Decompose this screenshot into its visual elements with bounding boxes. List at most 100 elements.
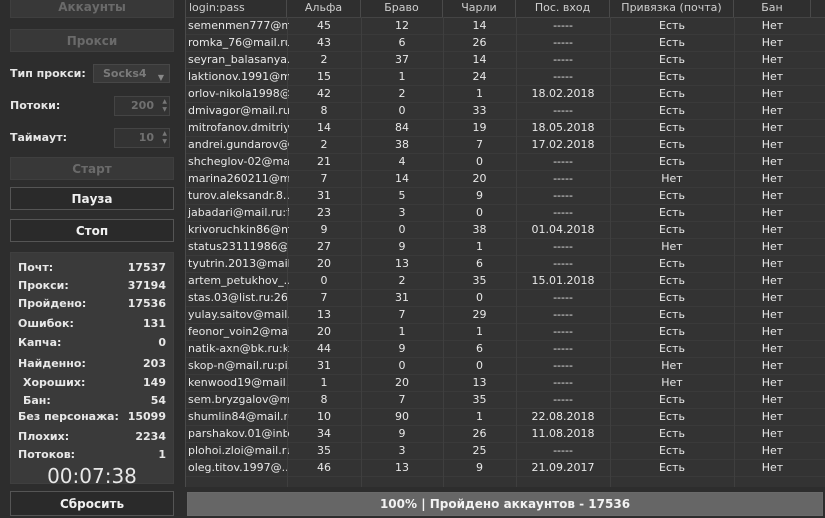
cell-charlie: 33 [472, 104, 487, 117]
timeout-label: Таймаут: [10, 131, 67, 144]
table-row[interactable]: oleg.titov.1997@... 46 13 9 21.09.2017 Есть Не… [186, 460, 825, 477]
cell-ban: Нет [761, 274, 784, 287]
proxy-type-select[interactable]: Socks4 ▼ [93, 64, 170, 83]
table-row[interactable]: feonor_voin2@mai... 20 1 1 ----- Есть Нет [186, 324, 825, 341]
cell-last-login: ----- [553, 104, 573, 117]
table-row[interactable]: parshakov.01@inb... 34 9 26 11.08.2018 Есть Не… [186, 426, 825, 443]
cell-last-login: ----- [553, 325, 573, 338]
cell-login: status23111986@... [188, 240, 289, 253]
column-header-ban[interactable]: Бан [734, 0, 811, 17]
spin-arrows-icon[interactable]: ▲ ▼ [162, 130, 167, 146]
cell-last-login: 22.08.2018 [531, 410, 595, 423]
cell-charlie: 29 [472, 308, 487, 321]
cell-last-login: ----- [553, 172, 573, 185]
table-row[interactable]: tyutrin.2013@mail... 20 13 6 ----- Есть Нет [186, 256, 825, 273]
cell-email-binding: Есть [659, 444, 685, 457]
cell-bravo: 13 [395, 461, 409, 474]
cell-alpha: 21 [317, 155, 331, 168]
start-button[interactable]: Старт [10, 157, 174, 180]
accounts-table[interactable]: login:pass Альфа Браво Чарли Пос. вход Привяз… [185, 0, 825, 487]
table-row[interactable]: romka_76@mail.ru... 43 6 26 ----- Есть Нет [186, 35, 825, 52]
table-row[interactable]: semenmen777@m... 45 12 14 ----- Есть Нет [186, 18, 825, 35]
cell-email-binding: Нет [661, 359, 683, 372]
cell-ban: Нет [761, 308, 784, 321]
cell-bravo: 3 [398, 206, 406, 219]
table-row[interactable]: mitrofanov.dmitriy... 14 84 19 18.05.2018 Ест… [186, 120, 825, 137]
cell-ban: Нет [761, 19, 784, 32]
stat-found: Найденно: 203 [18, 357, 166, 370]
column-header-last-login[interactable]: Пос. вход [516, 0, 610, 17]
cell-email-binding: Есть [659, 410, 685, 423]
stat-captcha: Капча: 0 [18, 336, 166, 349]
cell-email-binding: Есть [659, 257, 685, 270]
cell-login: oleg.titov.1997@... [188, 461, 289, 474]
cell-login: mitrofanov.dmitriy... [188, 121, 289, 134]
pause-button[interactable]: Пауза [10, 187, 174, 210]
cell-bravo: 2 [398, 87, 406, 100]
table-row[interactable]: kenwood19@mail... 1 20 13 ----- Нет Нет [186, 375, 825, 392]
cell-bravo: 7 [398, 393, 406, 406]
column-header-charlie[interactable]: Чарли [443, 0, 516, 17]
cell-ban: Нет [761, 53, 784, 66]
cell-ban: Нет [761, 87, 784, 100]
cell-alpha: 20 [317, 257, 331, 270]
cell-last-login: 15.01.2018 [531, 274, 595, 287]
cell-ban: Нет [761, 410, 784, 423]
cell-alpha: 15 [317, 70, 331, 83]
cell-login: feonor_voin2@mai... [188, 325, 289, 338]
table-row[interactable]: sem.bryzgalov@m... 8 7 35 ----- Есть Нет [186, 392, 825, 409]
cell-alpha: 14 [317, 121, 331, 134]
table-row[interactable]: krivoruchkin86@m... 9 0 38 01.04.2018 Есть Нет [186, 222, 825, 239]
cell-bravo: 4 [398, 155, 406, 168]
cell-alpha: 9 [320, 223, 328, 236]
cell-charlie: 38 [472, 223, 487, 236]
accounts-button[interactable]: Аккаунты [10, 0, 174, 18]
spin-arrows-icon[interactable]: ▲ ▼ [162, 98, 167, 114]
timeout-spinbox[interactable]: 10 ▲ ▼ [114, 128, 170, 148]
table-row[interactable]: orlov-nikola1998@... 42 2 1 18.02.2018 Есть Не… [186, 86, 825, 103]
table-row[interactable]: marina260211@m... 7 14 20 ----- Нет Нет [186, 171, 825, 188]
cell-charlie: 19 [472, 121, 487, 134]
table-row[interactable]: turov.aleksandr.8... 31 5 9 ----- Есть Нет [186, 188, 825, 205]
cell-ban: Нет [761, 121, 784, 134]
table-row[interactable]: shumlin84@mail.ru... 10 90 1 22.08.2018 Есть Н… [186, 409, 825, 426]
table-row[interactable]: stas.03@list.ru:26... 7 31 0 ----- Есть Нет [186, 290, 825, 307]
column-divider [734, 17, 735, 487]
cell-alpha: 31 [317, 189, 331, 202]
table-row[interactable]: jabadari@mail.ru:f... 23 3 0 ----- Есть Нет [186, 205, 825, 222]
cell-ban: Нет [761, 240, 784, 253]
cell-last-login: ----- [553, 359, 573, 372]
column-header-login[interactable]: login:pass [186, 0, 287, 17]
cell-email-binding: Нет [661, 376, 683, 389]
reset-button[interactable]: Сбросить [10, 491, 174, 516]
cell-ban: Нет [761, 342, 784, 355]
cell-email-binding: Есть [659, 121, 685, 134]
cell-ban: Нет [761, 257, 784, 270]
cell-alpha: 43 [317, 36, 331, 49]
column-header-email-binding[interactable]: Привязка (почта) [610, 0, 734, 17]
table-row[interactable]: dmivagor@mail.ru:... 8 0 33 ----- Есть Нет [186, 103, 825, 120]
table-row[interactable]: andrei.gundarov@... 2 38 7 17.02.2018 Есть Нет [186, 137, 825, 154]
table-row[interactable]: natik-axn@bk.ru:k... 44 9 6 ----- Есть Нет [186, 341, 825, 358]
table-row[interactable]: artem_petukhov_... 0 2 35 15.01.2018 Есть Нет [186, 273, 825, 290]
table-row[interactable]: plohoi.zloi@mail.ru... 35 3 25 ----- Есть Нет [186, 443, 825, 460]
table-header: login:pass Альфа Браво Чарли Пос. вход Привяз… [186, 0, 825, 18]
proxy-button[interactable]: Прокси [10, 29, 174, 52]
stop-button[interactable]: Стоп [10, 219, 174, 242]
column-header-bravo[interactable]: Браво [361, 0, 443, 17]
table-row[interactable]: shcheglov-02@mai... 21 4 0 ----- Есть Нет [186, 154, 825, 171]
cell-login: seyran_balasanya... [188, 53, 289, 66]
cell-last-login: 17.02.2018 [531, 138, 595, 151]
cell-alpha: 34 [317, 427, 331, 440]
cell-email-binding: Есть [659, 189, 685, 202]
table-row[interactable]: status23111986@... 27 9 1 ----- Нет Нет [186, 239, 825, 256]
cell-bravo: 84 [395, 121, 409, 134]
column-header-alpha[interactable]: Альфа [287, 0, 361, 17]
table-row[interactable]: seyran_balasanya... 2 37 14 ----- Есть Нет [186, 52, 825, 69]
table-row[interactable]: skop-n@mail.ru:pi... 31 0 0 ----- Нет Нет [186, 358, 825, 375]
table-row[interactable]: laktionov.1991@m... 15 1 24 ----- Есть Нет [186, 69, 825, 86]
threads-spinbox[interactable]: 200 ▲ ▼ [114, 96, 170, 116]
table-row[interactable]: yulay.saitov@mail... 13 7 29 ----- Есть Нет [186, 307, 825, 324]
cell-bravo: 0 [398, 223, 406, 236]
cell-last-login: 18.05.2018 [531, 121, 595, 134]
